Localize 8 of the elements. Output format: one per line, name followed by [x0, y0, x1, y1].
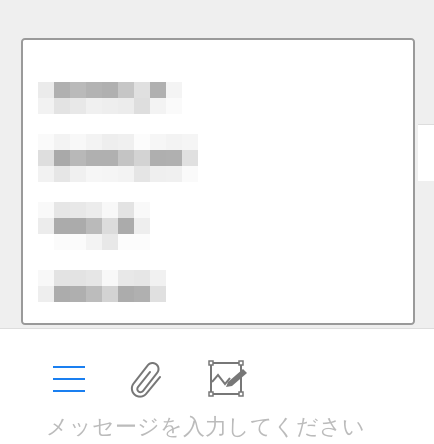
pixelated-text-drawing[interactable] — [38, 270, 166, 302]
paperclip-icon[interactable] — [130, 360, 164, 398]
pixelated-text-drawing[interactable] — [38, 82, 182, 114]
image-edit-icon[interactable] — [208, 360, 250, 398]
message-field[interactable]: メッセージを入力してください — [46, 413, 426, 441]
menu-icon[interactable] — [52, 365, 86, 393]
pixelated-text-drawing[interactable] — [38, 134, 198, 182]
pixelated-text-drawing[interactable] — [38, 202, 150, 250]
